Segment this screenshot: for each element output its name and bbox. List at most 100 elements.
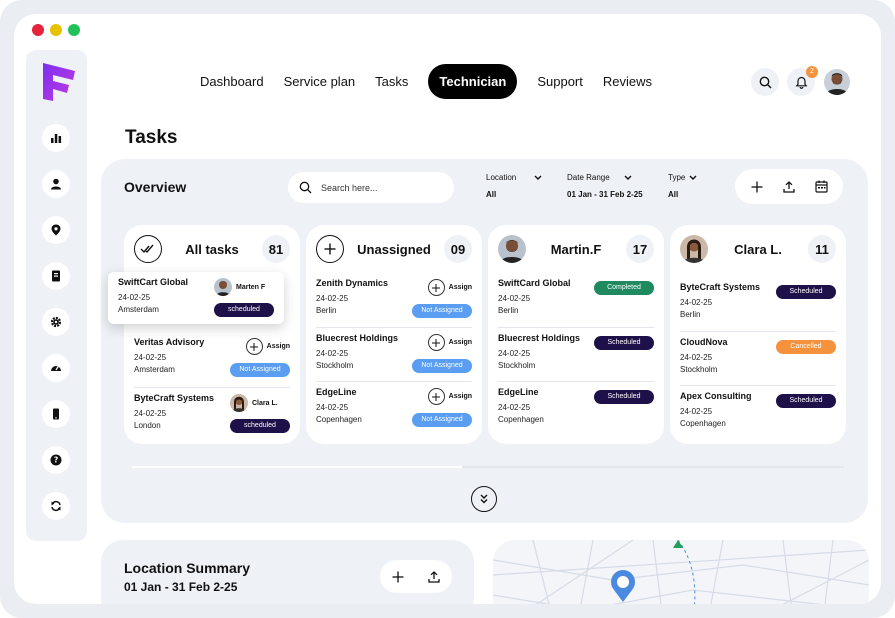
task-item[interactable]: ByteCraft Systems 24-02-25 London Clara …: [134, 387, 290, 439]
task-item[interactable]: EdgeLine 24-02-25 Copenhagen Assign Not …: [316, 381, 472, 433]
location-filter[interactable]: Location All: [486, 173, 542, 199]
task-company: EdgeLine: [498, 387, 539, 397]
task-location: Berlin: [316, 306, 337, 315]
users-nav-button[interactable]: [42, 170, 70, 198]
user-icon: [51, 178, 61, 190]
technician-avatar: [498, 235, 526, 263]
double-chevron-down-icon: [480, 494, 488, 504]
performance-nav-button[interactable]: [42, 354, 70, 382]
locations-nav-button[interactable]: [42, 216, 70, 244]
column-header: Clara L. 11: [680, 235, 836, 263]
status-badge: Cancelled: [776, 340, 836, 354]
column-title: Martin.F: [550, 241, 602, 257]
task-item[interactable]: SwiftCard Global 24-02-25 Berlin Complet…: [498, 273, 654, 325]
columns-scrollbar[interactable]: [132, 466, 844, 468]
add-location-button[interactable]: [386, 565, 410, 589]
assigned-technician: Clara L.: [230, 394, 290, 412]
calendar-button[interactable]: [809, 175, 833, 199]
overview-title: Overview: [124, 179, 187, 195]
chevron-down-icon: [689, 175, 697, 180]
date-range-filter-label: Date Range: [567, 173, 610, 182]
task-company: Apex Consulting: [680, 391, 752, 401]
task-item[interactable]: EdgeLine 24-02-25 Copenhagen Scheduled: [498, 381, 654, 433]
nav-support[interactable]: Support: [527, 64, 593, 99]
maximize-window-button[interactable]: [68, 24, 80, 36]
assign-button[interactable]: Assign: [427, 334, 472, 351]
date-range-filter[interactable]: Date Range 01 Jan - 31 Feb 2-25: [567, 173, 643, 199]
export-button[interactable]: [777, 175, 801, 199]
type-filter[interactable]: Type All: [668, 173, 699, 199]
task-item[interactable]: Veritas Advisory 24-02-25 Amsterdam Assi…: [134, 332, 290, 384]
task-location: Amsterdam: [134, 365, 175, 374]
task-location: Copenhagen: [680, 419, 726, 428]
search-input[interactable]: Search here...: [321, 183, 378, 193]
global-search-button[interactable]: [751, 68, 779, 96]
bell-icon: [795, 76, 807, 89]
location-summary-card: Location Summary 01 Jan - 31 Feb 2-25: [101, 540, 474, 604]
document-icon: [52, 270, 60, 282]
nav-service-plan[interactable]: Service plan: [274, 64, 366, 99]
assign-label: Assign: [448, 284, 472, 291]
assign-button[interactable]: Assign: [427, 388, 472, 405]
help-nav-button[interactable]: ?: [42, 446, 70, 474]
sync-nav-button[interactable]: [42, 492, 70, 520]
task-company: Bluecrest Holdings: [498, 333, 581, 343]
phone-icon: [53, 408, 59, 420]
nav-technician[interactable]: Technician: [428, 64, 518, 99]
status-badge: Not Assigned: [412, 413, 472, 427]
task-item[interactable]: ByteCraft Systems 24-02-25 Berlin Schedu…: [680, 277, 836, 329]
gear-icon: [50, 316, 62, 328]
task-company: ByteCraft Systems: [680, 282, 761, 292]
add-task-button[interactable]: [745, 175, 769, 199]
close-window-button[interactable]: [32, 24, 44, 36]
plus-icon: [245, 338, 263, 355]
task-location: Stockholm: [498, 361, 536, 370]
task-company: Bluecrest Holdings: [316, 333, 399, 343]
nav-dashboard[interactable]: Dashboard: [190, 64, 274, 99]
column-title: All tasks: [185, 241, 239, 257]
task-location: Stockholm: [316, 361, 354, 370]
type-filter-label: Type: [668, 173, 686, 182]
user-avatar[interactable]: [824, 69, 850, 95]
nav-tasks[interactable]: Tasks: [365, 64, 418, 99]
overview-panel: Overview Search here... Location All Dat…: [101, 159, 868, 523]
documents-nav-button[interactable]: [42, 262, 70, 290]
export-location-button[interactable]: [422, 565, 446, 589]
expand-button[interactable]: [471, 486, 497, 512]
minimize-window-button[interactable]: [50, 24, 62, 36]
scrollbar-thumb[interactable]: [132, 466, 462, 468]
settings-nav-button[interactable]: [42, 308, 70, 336]
overview-actions: [735, 169, 843, 204]
search-icon: [759, 76, 771, 88]
task-item[interactable]: Apex Consulting 24-02-25 Copenhagen Sche…: [680, 385, 836, 437]
add-icon: [316, 235, 344, 263]
plus-icon: [392, 571, 404, 582]
analytics-nav-button[interactable]: [42, 124, 70, 152]
nav-reviews[interactable]: Reviews: [593, 64, 662, 99]
task-date: 24-02-25: [498, 403, 531, 412]
column-header: All tasks 81: [134, 235, 290, 263]
technician-name: Marten F: [236, 283, 266, 291]
dragged-task-card[interactable]: SwiftCart Global 24-02-25 Amsterdam Mart…: [108, 272, 284, 324]
top-navigation: Dashboard Service plan Tasks Technician …: [190, 64, 662, 99]
task-item[interactable]: CloudNova 24-02-25 Stockholm Cancelled: [680, 331, 836, 383]
mobile-nav-button[interactable]: [42, 400, 70, 428]
task-item[interactable]: Bluecrest Holdings 24-02-25 Stockholm Sc…: [498, 327, 654, 379]
status-badge: Not Assigned: [412, 359, 472, 373]
sync-icon: [51, 500, 61, 512]
help-icon: ?: [50, 454, 62, 466]
double-check-icon: [140, 244, 154, 254]
column-header: Unassigned 09: [316, 235, 472, 263]
assign-button[interactable]: Assign: [427, 279, 472, 296]
technician-name: Clara L.: [252, 399, 278, 407]
task-item[interactable]: Zenith Dynamics 24-02-25 Berlin Assign N…: [316, 273, 472, 325]
task-date: 24-02-25: [316, 349, 349, 358]
search-icon: [299, 181, 312, 194]
column-count: 17: [626, 235, 654, 263]
assign-button[interactable]: Assign: [245, 338, 290, 355]
status-badge: Not Assigned: [412, 304, 472, 318]
app-frame: ? Dashboard Service plan Tasks Technicia…: [0, 0, 895, 618]
map-view[interactable]: [493, 540, 869, 604]
search-box[interactable]: Search here...: [288, 172, 454, 203]
task-item[interactable]: Bluecrest Holdings 24-02-25 Stockholm As…: [316, 327, 472, 379]
